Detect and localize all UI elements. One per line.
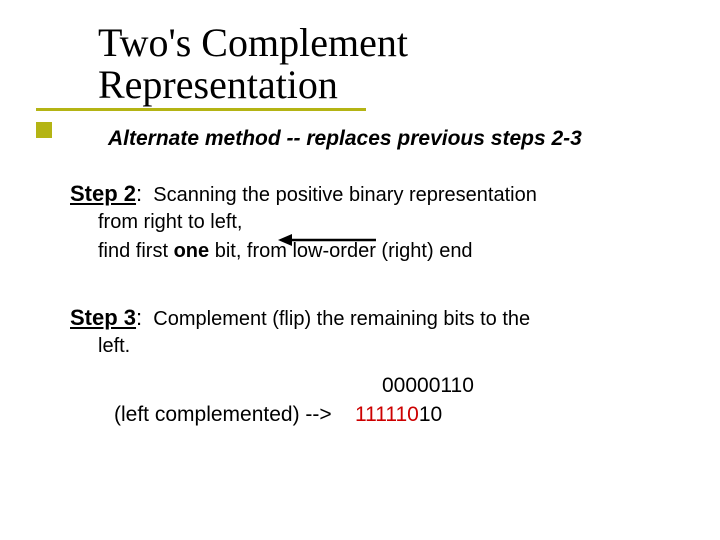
- step2-label: Step 2: [70, 181, 136, 206]
- step2-text-c-post: bit, from low-order (right) end: [209, 240, 472, 262]
- accent-square: [36, 122, 52, 138]
- binary-original: 00000110: [382, 373, 670, 399]
- step3-text-a: Complement (flip) the remaining bits to …: [153, 308, 530, 330]
- step2-text-c: find first one bit, from low-order (righ…: [98, 239, 670, 264]
- content: Alternate method -- replaces previous st…: [70, 126, 670, 438]
- title-underline: [36, 108, 366, 111]
- title-block: Two's Complement Representation: [98, 22, 408, 106]
- title-line2: Representation: [98, 64, 408, 106]
- step2-line1: Step 2: Scanning the positive binary rep…: [70, 180, 670, 208]
- binary-result-rest: 10: [419, 403, 442, 426]
- step2-colon: :: [136, 181, 142, 206]
- left-complemented-label: (left complemented) -->: [114, 403, 332, 426]
- step2-text-c-pre: find first: [98, 240, 174, 262]
- step3-text-b: left.: [98, 334, 670, 359]
- step2-text-c-bold: one: [174, 240, 210, 262]
- slide: Two's Complement Representation Alternat…: [0, 0, 720, 540]
- step2-text-b: from right to left,: [98, 210, 670, 235]
- step2-text-a: Scanning the positive binary representat…: [153, 184, 537, 206]
- step3-line1: Step 3: Complement (flip) the remaining …: [70, 304, 670, 332]
- step-3: Step 3: Complement (flip) the remaining …: [70, 304, 670, 428]
- alternate-method: Alternate method -- replaces previous st…: [108, 126, 670, 152]
- title-line1: Two's Complement: [98, 22, 408, 64]
- binary-block: 00000110 (left complemented) --> 1111101…: [70, 373, 670, 428]
- step3-colon: :: [136, 305, 142, 330]
- binary-result-row: (left complemented) --> 11111010: [114, 402, 670, 428]
- step-2: Step 2: Scanning the positive binary rep…: [70, 180, 670, 264]
- step3-label: Step 3: [70, 305, 136, 330]
- binary-result-red: 111110: [355, 403, 419, 426]
